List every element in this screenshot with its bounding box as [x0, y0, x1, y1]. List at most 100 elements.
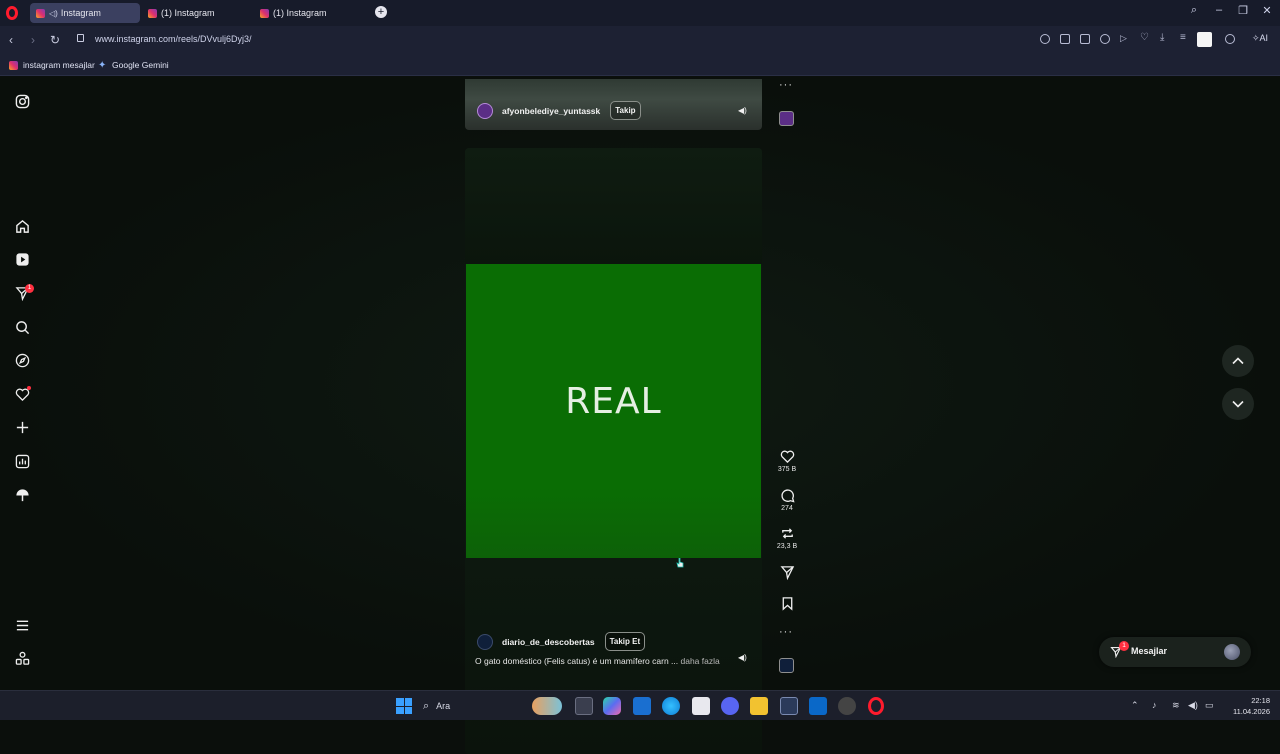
comment-count: 274 — [781, 505, 793, 512]
heart-bookmark-icon[interactable]: ♡ — [1140, 32, 1150, 43]
chevron-down-icon — [1232, 400, 1244, 408]
audio-thumbnail[interactable] — [779, 658, 794, 673]
instagram-logo-icon[interactable] — [15, 94, 30, 109]
speaker-icon[interactable]: ◁) — [49, 9, 58, 18]
previous-reel-button[interactable] — [1222, 345, 1254, 377]
bookmark-icon — [782, 597, 792, 611]
search-icon: ⌕ — [423, 699, 430, 712]
video-overlay-text: REAL — [565, 381, 662, 422]
more-options-icon[interactable]: ··· — [779, 626, 793, 638]
repost-count: 23,3 B — [776, 543, 798, 550]
battery-icon[interactable]: ▭ — [1205, 700, 1214, 711]
file-explorer-icon[interactable] — [750, 697, 768, 715]
reel-caption: O gato doméstico (Felis catus) é um mamí… — [475, 656, 720, 666]
lock-icon[interactable] — [77, 34, 84, 42]
taskbar-clock[interactable]: 22:18 11.04.2026 — [1228, 695, 1270, 717]
bookmark-google-gemini[interactable]: ✦ Google Gemini — [98, 60, 169, 70]
extensions-cube-icon[interactable] — [1225, 34, 1235, 44]
opera-logo-icon[interactable] — [6, 6, 18, 20]
aria-ai-button[interactable]: ✧AI — [1252, 33, 1268, 44]
reels-icon[interactable] — [15, 252, 30, 267]
threads-icon[interactable] — [15, 488, 30, 503]
bookmark-instagram-mesajlar[interactable]: instagram mesajlar — [9, 60, 95, 70]
comment-button[interactable]: 274 — [772, 488, 802, 512]
author-avatar[interactable] — [477, 633, 493, 650]
explore-icon[interactable] — [15, 353, 30, 368]
reload-button[interactable]: ↻ — [48, 33, 62, 47]
opera-icon[interactable] — [868, 697, 884, 715]
search-icon[interactable] — [15, 320, 30, 335]
volume-icon[interactable]: ◀) — [738, 106, 747, 115]
menu-icon[interactable] — [15, 618, 30, 633]
store-icon[interactable] — [692, 697, 710, 715]
tab-label: (1) Instagram — [273, 8, 327, 18]
activity-dot — [27, 386, 31, 390]
outlook-icon[interactable] — [633, 697, 651, 715]
messages-label: Mesajlar — [1131, 646, 1168, 656]
app-circle-icon[interactable] — [838, 697, 856, 715]
new-tab-button[interactable]: + — [375, 6, 387, 18]
volume-icon[interactable]: ◀) — [738, 653, 747, 662]
play-icon[interactable]: ▷ — [1120, 33, 1130, 43]
copilot-icon[interactable] — [603, 697, 621, 715]
close-window-button[interactable]: ✕ — [1259, 4, 1275, 17]
tab-instagram-3[interactable]: (1) Instagram — [254, 3, 364, 23]
hand-cursor-icon — [676, 558, 684, 568]
instagram-favicon-icon — [36, 8, 45, 18]
like-button[interactable]: 375 B — [772, 449, 802, 473]
more-options-icon[interactable]: ··· — [779, 79, 793, 91]
tab-label: Instagram — [60, 8, 101, 18]
bookmarks-bar: instagram mesajlar ✦ Google Gemini — [0, 54, 1280, 76]
easy-setup-icon[interactable]: ≡ — [1180, 32, 1190, 43]
next-reel-button[interactable] — [1222, 388, 1254, 420]
video-top-area — [465, 148, 762, 264]
windows-taskbar: ⌕ Ara ⌃ ♪ ≋ ◀) ▭ 22:18 11.04.2026 — [0, 690, 1280, 720]
forward-button[interactable]: › — [26, 33, 40, 47]
author-avatar[interactable] — [477, 102, 493, 119]
app-window-icon[interactable] — [809, 697, 827, 715]
task-view-icon[interactable] — [575, 697, 593, 715]
search-tabs-icon[interactable]: ⌕ — [1186, 4, 1202, 17]
messages-button[interactable]: 1 Mesajlar — [1099, 637, 1251, 667]
back-button[interactable]: ‹ — [4, 33, 18, 47]
extension-icon[interactable] — [1197, 32, 1212, 47]
tab-instagram-active[interactable]: ◁) Instagram — [30, 3, 140, 23]
author-username[interactable]: diario_de_descobertas — [502, 637, 595, 647]
restore-button[interactable]: ❐ — [1235, 4, 1251, 17]
audio-thumbnail[interactable] — [779, 111, 794, 126]
author-username[interactable]: afyonbelediye_yuntassk — [502, 106, 600, 116]
camera-icon[interactable] — [1080, 34, 1090, 44]
taskbar-search[interactable]: ⌕ Ara — [423, 696, 562, 716]
ai-sparkle-icon: ✧ — [1252, 33, 1260, 43]
shield-icon[interactable] — [1100, 34, 1110, 44]
bookmark-label: Google Gemini — [112, 60, 169, 70]
more-apps-icon[interactable] — [15, 651, 30, 666]
volume-icon[interactable]: ◀) — [1188, 700, 1198, 711]
edge-icon[interactable] — [662, 697, 680, 715]
microphone-icon[interactable]: ♪ — [1152, 700, 1157, 710]
edit-icon[interactable] — [1060, 34, 1070, 44]
download-icon[interactable]: ⤓ — [1160, 32, 1170, 43]
repost-button[interactable]: 23,3 B — [772, 526, 802, 550]
tab-instagram-2[interactable]: (1) Instagram — [142, 3, 252, 23]
search-page-icon[interactable] — [1040, 34, 1050, 44]
clock-time: 22:18 — [1251, 696, 1270, 705]
url-field[interactable]: www.instagram.com/reels/DVvulj6Dyj3/ — [95, 34, 252, 44]
share-button[interactable] — [772, 565, 802, 580]
home-icon[interactable] — [15, 219, 30, 234]
follow-button[interactable]: Takip Et — [604, 632, 646, 651]
create-icon[interactable] — [15, 420, 30, 435]
video-fade — [466, 488, 761, 558]
tray-overflow-icon[interactable]: ⌃ — [1131, 700, 1139, 711]
app-icon[interactable] — [780, 697, 798, 715]
discord-icon[interactable] — [721, 697, 739, 715]
avatar — [1224, 644, 1240, 660]
windows-start-icon[interactable] — [396, 698, 412, 714]
browser-tab-bar: ◁) Instagram (1) Instagram (1) Instagram… — [0, 0, 1280, 26]
save-button[interactable] — [772, 596, 802, 611]
caption-more-link[interactable]: daha fazla — [681, 656, 720, 666]
minimize-button[interactable]: – — [1211, 4, 1227, 16]
dashboard-icon[interactable] — [15, 454, 30, 469]
wifi-icon[interactable]: ≋ — [1172, 700, 1180, 711]
follow-button[interactable]: Takip — [610, 101, 641, 120]
